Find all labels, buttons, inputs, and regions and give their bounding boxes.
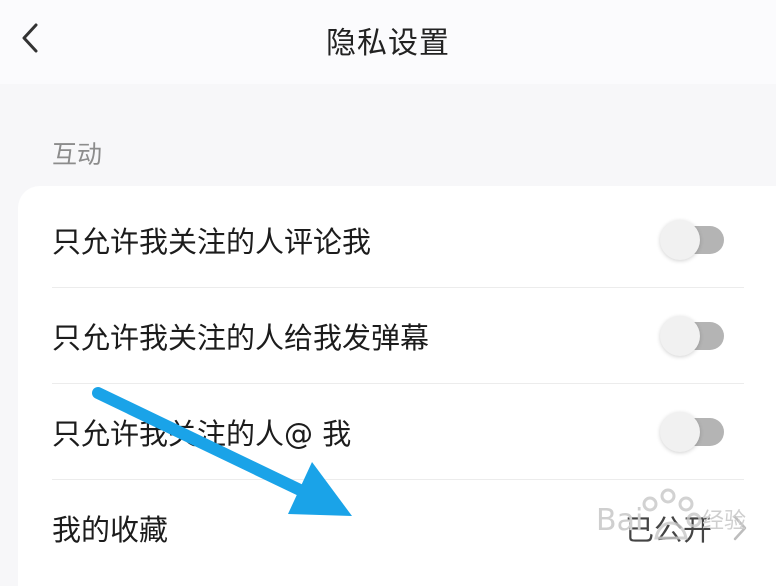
mention-toggle[interactable]	[660, 412, 724, 452]
section-label-interaction: 互动	[52, 140, 103, 169]
setting-row-comment[interactable]: 只允许我关注的人评论我	[18, 192, 776, 288]
setting-row-danmaku[interactable]: 只允许我关注的人给我发弹幕	[18, 288, 776, 384]
comment-toggle[interactable]	[660, 220, 724, 260]
toggle-knob	[660, 316, 700, 356]
nav-bar: 隐私设置	[0, 0, 776, 84]
favorites-status-value: 已公开	[624, 513, 712, 547]
setting-row-mention[interactable]: 只允许我关注的人@ 我	[18, 384, 776, 480]
page-title: 隐私设置	[326, 26, 450, 61]
danmaku-toggle[interactable]	[660, 316, 724, 356]
setting-label: 只允许我关注的人评论我	[52, 225, 372, 259]
setting-label: 只允许我关注的人给我发弹幕	[52, 321, 430, 355]
setting-label: 我的收藏	[52, 513, 169, 547]
setting-row-favorites[interactable]: 我的收藏 已公开	[18, 480, 776, 576]
chevron-right-icon	[733, 515, 747, 541]
setting-label: 只允许我关注的人@ 我	[52, 417, 352, 451]
toggle-knob	[660, 220, 700, 260]
toggle-knob	[660, 412, 700, 452]
